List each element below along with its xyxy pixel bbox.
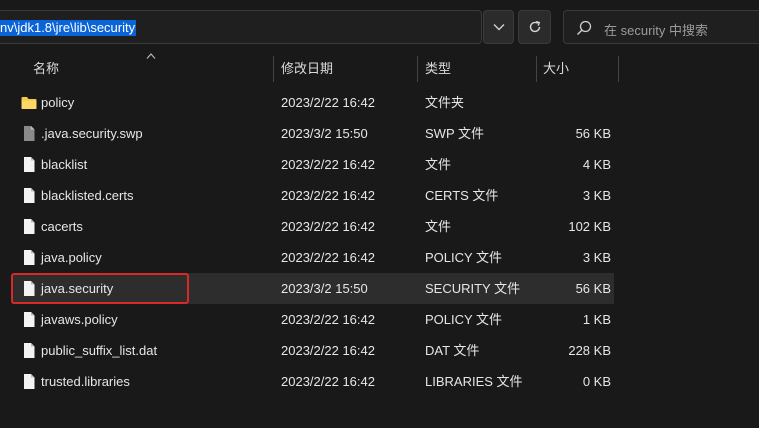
file-icon — [24, 374, 35, 389]
file-size: 4 KB — [582, 157, 611, 172]
file-size: 0 KB — [582, 374, 611, 389]
file-row-java-security-swp[interactable]: .java.security.swp 2023/3/2 15:50 SWP 文件… — [12, 118, 614, 149]
file-size: 102 KB — [568, 219, 611, 234]
file-size: 56 KB — [575, 126, 611, 141]
file-row-java-policy[interactable]: java.policy 2023/2/22 16:42 POLICY 文件 3 … — [12, 242, 614, 273]
file-type: DAT 文件 — [425, 343, 480, 358]
file-type: POLICY 文件 — [425, 312, 503, 327]
file-name: .java.security.swp — [41, 126, 143, 141]
column-divider[interactable] — [618, 56, 619, 82]
address-bar[interactable]: nv\jdk1.8\jre\lib\security — [0, 10, 482, 44]
file-size: 1 KB — [582, 312, 611, 327]
file-icon — [24, 157, 35, 172]
file-row-cacerts[interactable]: cacerts 2023/2/22 16:42 文件 102 KB — [12, 211, 614, 242]
file-type: 文件夹 — [425, 95, 465, 110]
file-row-public-suffix-list[interactable]: public_suffix_list.dat 2023/2/22 16:42 D… — [12, 335, 614, 366]
file-size: 56 KB — [575, 281, 611, 296]
file-icon — [24, 312, 35, 327]
file-type: POLICY 文件 — [425, 250, 503, 265]
file-icon — [24, 126, 35, 141]
refresh-button[interactable] — [518, 10, 551, 44]
file-size: 3 KB — [582, 188, 611, 203]
file-type: CERTS 文件 — [425, 188, 499, 203]
file-size: 3 KB — [582, 250, 611, 265]
column-header-date[interactable]: 修改日期 — [281, 56, 333, 82]
column-divider[interactable] — [273, 56, 274, 82]
search-box[interactable]: 在 security 中搜索 — [563, 10, 759, 44]
search-icon — [577, 20, 592, 35]
file-icon — [24, 250, 35, 265]
file-size: 228 KB — [568, 343, 611, 358]
file-date: 2023/2/22 16:42 — [281, 312, 375, 327]
column-header-size[interactable]: 大小 — [543, 56, 569, 82]
column-header-name[interactable]: 名称 — [33, 56, 59, 82]
file-type: SECURITY 文件 — [425, 281, 521, 296]
file-type: SWP 文件 — [425, 126, 484, 141]
file-icon — [24, 219, 35, 234]
column-header-type[interactable]: 类型 — [425, 56, 451, 82]
file-date: 2023/3/2 15:50 — [281, 281, 368, 296]
file-icon — [24, 188, 35, 203]
chevron-down-icon — [493, 24, 504, 31]
file-date: 2023/2/22 16:42 — [281, 157, 375, 172]
file-date: 2023/2/22 16:42 — [281, 374, 375, 389]
annotation-highlight-box — [11, 273, 189, 304]
file-row-javaws-policy[interactable]: javaws.policy 2023/2/22 16:42 POLICY 文件 … — [12, 304, 614, 335]
file-name: trusted.libraries — [41, 374, 130, 389]
file-date: 2023/2/22 16:42 — [281, 250, 375, 265]
file-name: cacerts — [41, 219, 83, 234]
file-date: 2023/3/2 15:50 — [281, 126, 368, 141]
file-row-trusted-libraries[interactable]: trusted.libraries 2023/2/22 16:42 LIBRAR… — [12, 366, 614, 397]
file-icon — [24, 343, 35, 358]
file-name: blacklist — [41, 157, 88, 172]
file-row-blacklist[interactable]: blacklist 2023/2/22 16:42 文件 4 KB — [12, 149, 614, 180]
column-divider[interactable] — [417, 56, 418, 82]
file-date: 2023/2/22 16:42 — [281, 343, 375, 358]
file-type: 文件 — [425, 219, 452, 234]
file-date: 2023/2/22 16:42 — [281, 188, 375, 203]
search-placeholder: 在 security 中搜索 — [604, 23, 709, 38]
folder-icon — [21, 97, 37, 109]
file-name: policy — [41, 95, 75, 110]
file-name: java.policy — [41, 250, 102, 265]
refresh-icon — [529, 20, 540, 33]
column-divider[interactable] — [536, 56, 537, 82]
file-row-blacklisted-certs[interactable]: blacklisted.certs 2023/2/22 16:42 CERTS … — [12, 180, 614, 211]
address-history-button[interactable] — [483, 10, 514, 44]
file-type: 文件 — [425, 157, 452, 172]
sort-ascending-icon — [146, 53, 156, 59]
file-date: 2023/2/22 16:42 — [281, 95, 375, 110]
file-type: LIBRARIES 文件 — [425, 374, 523, 389]
address-path[interactable]: nv\jdk1.8\jre\lib\security — [0, 20, 137, 36]
file-date: 2023/2/22 16:42 — [281, 219, 375, 234]
file-name: public_suffix_list.dat — [41, 343, 158, 358]
file-name: blacklisted.certs — [41, 188, 134, 203]
file-row-policy[interactable]: policy 2023/2/22 16:42 文件夹 — [12, 87, 614, 118]
file-name: javaws.policy — [41, 312, 118, 327]
